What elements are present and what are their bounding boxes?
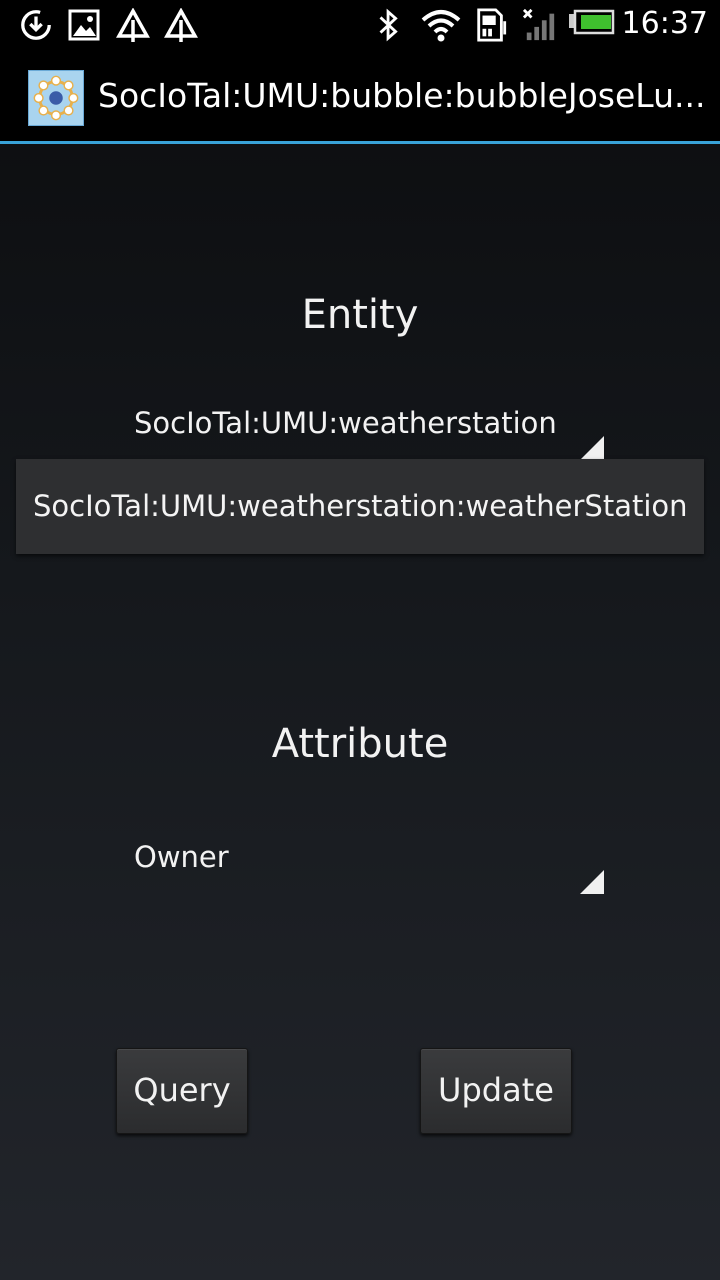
attribute-label: Attribute <box>271 721 449 767</box>
gallery-icon <box>68 9 100 41</box>
wifi-icon <box>421 10 461 42</box>
sd-card-icon <box>477 8 507 42</box>
app-screen: 16:37 SocIoTal:UMU:bubble:bubbleJoseLu..… <box>0 0 720 1280</box>
entity-dropdown-item[interactable]: SocIoTal:UMU:weatherstation:weatherStati… <box>16 459 704 554</box>
battery-icon <box>569 9 615 35</box>
recycle-icon <box>164 8 198 42</box>
status-bar: 16:37 <box>0 0 720 50</box>
update-button[interactable]: Update <box>420 1048 572 1134</box>
attribute-selected-value: Owner <box>134 840 229 874</box>
clock-time: 16:37 <box>621 6 708 41</box>
window-title: SocIoTal:UMU:bubble:bubbleJoseLu... <box>98 76 706 115</box>
entity-dropdown-item-label: SocIoTal:UMU:weatherstation:weatherStati… <box>33 489 687 523</box>
app-logo-icon[interactable] <box>28 70 84 126</box>
recycle-icon <box>116 8 150 42</box>
dropdown-arrow-icon <box>580 870 604 894</box>
query-button[interactable]: Query <box>116 1048 248 1134</box>
action-bar: SocIoTal:UMU:bubble:bubbleJoseLu... <box>0 50 720 144</box>
download-icon <box>21 10 51 40</box>
dropdown-arrow-icon <box>580 436 604 460</box>
no-signal-icon <box>522 8 555 41</box>
bluetooth-icon <box>379 8 398 42</box>
entity-selected-value: SocIoTal:UMU:weatherstation <box>134 406 557 440</box>
entity-label: Entity <box>301 292 419 338</box>
attribute-spinner[interactable]: Owner <box>118 828 608 898</box>
entity-spinner[interactable]: SocIoTal:UMU:weatherstation <box>118 394 608 464</box>
